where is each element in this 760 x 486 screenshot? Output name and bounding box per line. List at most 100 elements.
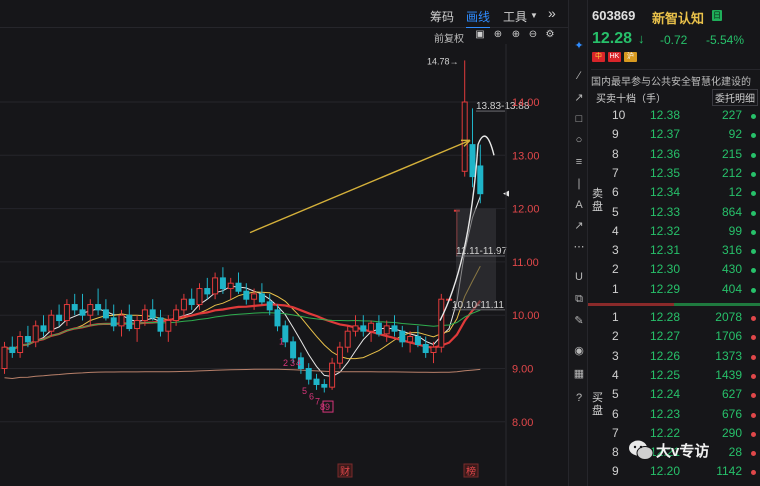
candle-body [48,314,55,332]
bid-row[interactable]: 3 12.26 1373 [588,349,760,365]
wechat-icon [629,440,654,460]
order-price: 12.20 [650,464,681,479]
order-level: 1 [612,310,619,324]
rectangle-icon[interactable]: □ [571,111,587,127]
add-circle-icon[interactable]: ⊕ [510,29,522,40]
candle-body [329,362,336,388]
settings-gear-icon[interactable]: ⚙ [544,29,556,40]
order-price: 12.24 [650,387,681,402]
candle-body [204,288,211,295]
candle-body [461,101,468,172]
order-volume: 1373 [715,348,742,363]
fibonacci-icon[interactable]: ≡ [571,154,587,170]
candle-body [157,317,164,332]
order-dot-icon [751,412,756,418]
candle-body [290,341,297,359]
order-level: 6 [612,406,619,421]
watermark-text: 大v专访 [656,443,710,460]
order-level: 1 [612,281,619,296]
moving-average-lines [4,196,482,380]
order-dot-icon [751,171,756,177]
tab-order-detail[interactable]: 委托明细 [712,89,758,106]
candle-body [352,325,359,332]
zoom-in-icon[interactable]: ⊕ [492,29,504,40]
pin-icon[interactable]: ✦ [571,38,587,54]
help-icon[interactable]: ? [571,390,587,406]
parallel-lines-icon[interactable]: ∣ [571,176,587,192]
ray-icon[interactable]: ↗ [571,90,587,106]
price-tick-label: 9.00 [512,364,533,376]
ask-row[interactable]: 6 12.34 12 [588,185,760,201]
ask-row[interactable]: 1 12.29 404 [588,282,760,298]
tools-dropdown-icon[interactable]: ▼ [530,11,538,20]
order-volume: 1142 [716,464,742,479]
ask-row[interactable]: 3 12.31 316 [588,243,760,259]
candle-body [102,309,109,319]
board-tag: 榜 [466,465,476,478]
price-tick-label: 12.00 [512,204,540,216]
trash-icon[interactable]: ▦ [571,366,587,382]
bid-row[interactable]: 4 12.25 1439 [588,368,760,384]
adjust-mode-label[interactable]: 前复权 [434,30,464,45]
eraser-icon[interactable]: ✎ [571,313,587,329]
sequence-marker: 2 [283,358,288,368]
bid-row[interactable]: 1 12.28 2078 [588,310,760,326]
order-dot-icon [751,114,756,119]
candle-body [95,304,102,311]
order-volume: 227 [721,108,742,122]
candle-body [180,298,187,311]
tab-chips[interactable]: 筹码 [430,8,454,25]
ellipse-icon[interactable]: ○ [571,132,587,148]
day-badge: 日 [712,10,722,21]
bid-row[interactable]: 9 12.20 1142 [588,464,760,480]
candle-body [9,346,16,354]
ask-row[interactable]: 8 12.36 215 [588,147,760,163]
bid-row[interactable]: 5 12.24 627 [588,387,760,403]
sequence-marker: 5 [302,386,307,396]
candle-body [266,301,273,311]
hk-tag-icon: HK [608,52,621,62]
ask-row[interactable]: 7 12.35 212 [588,166,760,182]
copy-icon[interactable]: ⧉ [571,291,587,307]
sequence-marker: 9 [325,402,330,412]
tab-draw-line[interactable]: 画线 [466,8,491,28]
order-level: 7 [612,165,619,180]
high-price-label: 14.78→ [427,56,459,66]
order-dot-icon [751,191,756,197]
order-volume: 2078 [715,310,742,324]
candle-body [227,282,234,290]
candle-body [313,378,320,385]
order-price: 12.36 [650,146,681,161]
bid-row[interactable]: 2 12.27 1706 [588,329,760,345]
magnet-icon[interactable]: U [571,269,587,285]
more-tools-icon[interactable]: ⋯ [571,239,587,255]
drawing-tool-strip: ✦ ∕ ↗ □ ○ ≡ ∣ A ↗ ⋯ U ⧉ ✎ ◉ ▦ ? [568,0,588,486]
expand-icon[interactable]: » [548,5,556,21]
eye-icon[interactable]: ◉ [571,343,587,359]
stock-name[interactable]: 新智认知 [652,8,704,27]
tab-orderbook[interactable]: 买卖十档（手） [596,90,666,105]
order-volume: 12 [728,185,742,200]
candle-body [305,368,312,380]
price-change-pct: -5.54% [706,33,745,47]
text-tool-icon[interactable]: A [571,197,587,213]
order-price: 12.34 [650,185,681,200]
ask-row[interactable]: 9 12.37 92 [588,127,760,143]
kline-canvas[interactable]: 14.78→13.83-13.8811.11-11.9710.10-11.111… [0,44,568,486]
lock-icon[interactable]: ▣ [474,29,486,40]
bid-row[interactable]: 6 12.23 676 [588,407,760,423]
ask-row[interactable]: 5 12.33 864 [588,205,760,221]
zoom-out-icon[interactable]: ⊖ [527,29,539,40]
ask-row[interactable]: 2 12.30 430 [588,262,760,278]
candle-body [63,304,70,322]
order-level: 8 [612,146,619,161]
chart-toolbar: 筹码 画线 工具 ▼ » [0,0,568,28]
ask-row[interactable]: 10 12.38 227 [588,108,760,124]
line-segment-icon[interactable]: ∕ [571,68,587,84]
candle-body [56,314,63,322]
chart-subtoolbar: 前复权 ▣ ⊕ ⊕ ⊖ ⚙ [0,28,568,45]
tab-tools[interactable]: 工具 [503,8,527,25]
arrow-tool-icon[interactable]: ↗ [571,218,587,234]
stock-code: 603869 [592,8,636,23]
ask-row[interactable]: 4 12.32 99 [588,224,760,240]
